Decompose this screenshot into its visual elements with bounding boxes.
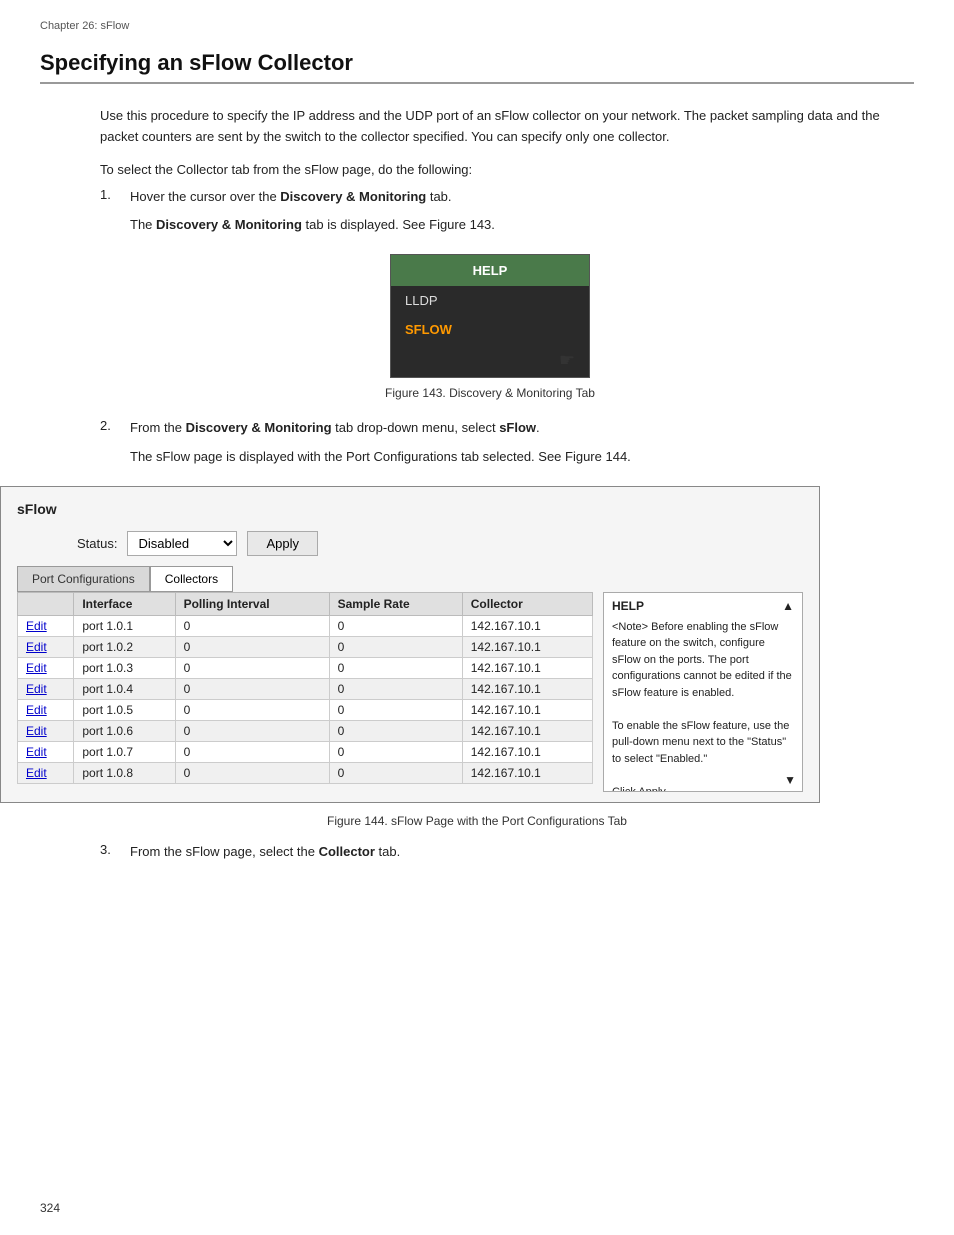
cell-4: 142.167.10.1 [462,657,592,678]
cursor-icon: ☛ [559,350,575,370]
apply-button[interactable]: Apply [247,531,318,556]
dm-menu-item-sflow[interactable]: SFLOW [391,315,589,344]
table-row: Editport 1.0.300142.167.10.1 [18,657,593,678]
cell-3: 0 [329,762,462,783]
dm-menu: HELP LLDP SFLOW ☛ [390,254,590,378]
help-text: <Note> Before enabling the sFlow feature… [612,619,794,792]
step-2: 2. From the Discovery & Monitoring tab d… [100,418,880,468]
help-panel: HELP ▲ <Note> Before enabling the sFlow … [603,592,803,792]
help-scroll-up-icon[interactable]: ▲ [782,599,794,613]
edit-link[interactable]: Edit [26,766,47,780]
cell-3: 0 [329,678,462,699]
dm-menu-header: HELP [391,255,589,286]
cell-1: port 1.0.3 [74,657,175,678]
cell-4: 142.167.10.1 [462,699,592,720]
cell-3: 0 [329,699,462,720]
step-3-text: From the sFlow page, select the Collecto… [130,842,400,863]
tab-collectors[interactable]: Collectors [150,566,233,592]
cell-3: 0 [329,657,462,678]
edit-link[interactable]: Edit [26,745,47,759]
cell-4: 142.167.10.1 [462,741,592,762]
sflow-table-wrapper: Interface Polling Interval Sample Rate C… [17,592,803,792]
chapter-label: Chapter 26: sFlow [40,20,914,32]
cell-3: 0 [329,615,462,636]
step-1-sub: The Discovery & Monitoring tab is displa… [130,215,880,236]
cell-2: 0 [175,720,329,741]
step-3: 3. From the sFlow page, select the Colle… [100,842,880,863]
step-3-number: 3. [100,842,120,863]
table-row: Editport 1.0.200142.167.10.1 [18,636,593,657]
table-row: Editport 1.0.100142.167.10.1 [18,615,593,636]
help-header: HELP ▲ [612,599,794,613]
cell-4: 142.167.10.1 [462,636,592,657]
step-1-text: Hover the cursor over the Discovery & Mo… [130,187,452,208]
figure-143-container: HELP LLDP SFLOW ☛ Figure 143. Discovery … [100,254,880,400]
help-title: HELP [612,599,644,613]
table-row: Editport 1.0.700142.167.10.1 [18,741,593,762]
edit-link[interactable]: Edit [26,661,47,675]
edit-link[interactable]: Edit [26,619,47,633]
col-polling: Polling Interval [175,592,329,615]
tab-port-configurations[interactable]: Port Configurations [17,566,150,592]
cell-2: 0 [175,636,329,657]
figure-143-caption: Figure 143. Discovery & Monitoring Tab [385,386,595,400]
col-collector: Collector [462,592,592,615]
cell-2: 0 [175,699,329,720]
step-1: 1. Hover the cursor over the Discovery &… [100,187,880,401]
cell-2: 0 [175,657,329,678]
figure-144-caption: Figure 144. sFlow Page with the Port Con… [327,814,627,828]
cell-3: 0 [329,636,462,657]
sflow-panel: sFlow Status: Disabled Enabled Apply Por… [0,486,820,803]
table-row: Editport 1.0.500142.167.10.1 [18,699,593,720]
cell-4: 142.167.10.1 [462,678,592,699]
edit-link[interactable]: Edit [26,703,47,717]
sflow-panel-title: sFlow [17,501,803,517]
cell-1: port 1.0.4 [74,678,175,699]
step-2-number: 2. [100,418,120,439]
intro-paragraph: Use this procedure to specify the IP add… [100,106,880,148]
cell-1: port 1.0.2 [74,636,175,657]
edit-link[interactable]: Edit [26,682,47,696]
step-1-number: 1. [100,187,120,208]
cell-1: port 1.0.7 [74,741,175,762]
page-number: 324 [40,1201,60,1215]
cell-2: 0 [175,615,329,636]
cell-1: port 1.0.1 [74,615,175,636]
table-row: Editport 1.0.600142.167.10.1 [18,720,593,741]
status-select[interactable]: Disabled Enabled [127,531,237,556]
section-title: Specifying an sFlow Collector [40,50,914,84]
cell-1: port 1.0.5 [74,699,175,720]
step-2-text: From the Discovery & Monitoring tab drop… [130,418,540,439]
cell-4: 142.167.10.1 [462,720,592,741]
cell-4: 142.167.10.1 [462,615,592,636]
sflow-table: Interface Polling Interval Sample Rate C… [17,592,593,784]
edit-link[interactable]: Edit [26,640,47,654]
cell-3: 0 [329,720,462,741]
table-row: Editport 1.0.400142.167.10.1 [18,678,593,699]
dm-menu-item-lldp[interactable]: LLDP [391,286,589,315]
cell-3: 0 [329,741,462,762]
cell-1: port 1.0.8 [74,762,175,783]
status-label: Status: [77,536,117,551]
cell-2: 0 [175,678,329,699]
tabs-row: Port Configurations Collectors [17,566,803,592]
col-interface: Interface [74,592,175,615]
step-intro: To select the Collector tab from the sFl… [100,162,880,177]
cell-2: 0 [175,762,329,783]
table-row: Editport 1.0.800142.167.10.1 [18,762,593,783]
col-sample: Sample Rate [329,592,462,615]
status-row: Status: Disabled Enabled Apply [77,531,803,556]
edit-link[interactable]: Edit [26,724,47,738]
cell-4: 142.167.10.1 [462,762,592,783]
cell-1: port 1.0.6 [74,720,175,741]
step-2-sub: The sFlow page is displayed with the Por… [130,447,880,468]
cell-2: 0 [175,741,329,762]
col-edit [18,592,74,615]
sflow-table-section: Interface Polling Interval Sample Rate C… [17,592,593,792]
help-scroll-down-icon[interactable]: ▼ [784,773,796,787]
